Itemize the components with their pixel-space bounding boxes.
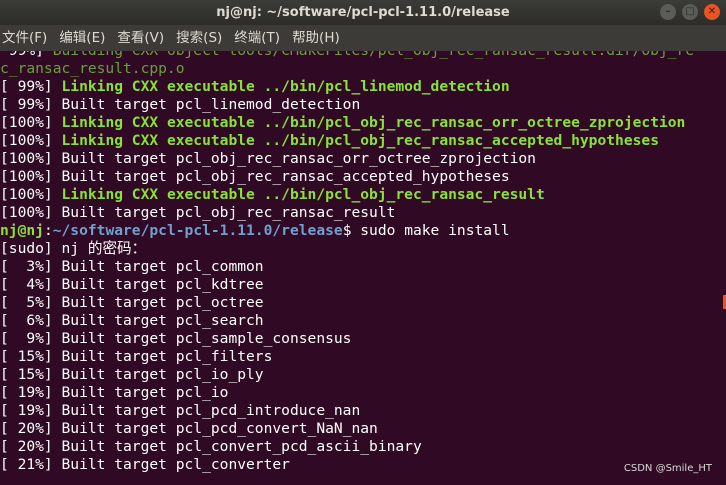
link-message: Linking CXX executable ../bin/pcl_obj_re… [61, 132, 659, 149]
progress-prefix: [ 5%] [0, 294, 62, 311]
terminal-line: c_ransac_result.cpp.o [0, 60, 720, 78]
window-controls: – □ ✕ [660, 4, 720, 20]
built-message: Built target pcl_obj_rec_ransac_result [61, 204, 396, 221]
progress-prefix: [ 4%] [0, 276, 62, 293]
progress-prefix: [ 99%] [0, 78, 62, 95]
menu-search[interactable]: 搜索(S) [170, 25, 228, 51]
progress-prefix: [ 6%] [0, 312, 62, 329]
built-message: Built target pcl_linemod_detection [61, 96, 361, 113]
built-message: Built target pcl_convert_pcd_ascii_binar… [61, 438, 422, 455]
progress-prefix: [ 19%] [0, 402, 62, 419]
progress-prefix: [100%] [0, 150, 62, 167]
link-message: Linking CXX executable ../bin/pcl_obj_re… [61, 114, 686, 131]
built-message: Built target pcl_io_ply [61, 366, 264, 383]
terminal-line: [100%] Linking CXX executable ../bin/pcl… [0, 132, 720, 150]
built-message: Built target pcl_obj_rec_ransac_accepted… [61, 168, 510, 185]
window-title: nj@nj: ~/software/pcl-pcl-1.11.0/release [216, 5, 510, 20]
terminal-line: [ 20%] Built target pcl_pcd_convert_NaN_… [0, 420, 720, 438]
progress-prefix: 99%] [0, 51, 53, 59]
built-message: Built target pcl_pcd_convert_NaN_nan [61, 420, 378, 437]
terminal-line: [ 19%] Built target pcl_io [0, 384, 720, 402]
build-message: Building CXX object tools/CMakeFiles/pcl… [53, 51, 694, 59]
built-message: Built target pcl_search [61, 312, 264, 329]
command-text: sudo make install [360, 222, 510, 239]
progress-prefix: [100%] [0, 114, 62, 131]
menu-file[interactable]: 文件(F) [0, 25, 53, 51]
build-message-continuation: c_ransac_result.cpp.o [0, 60, 185, 77]
menu-edit[interactable]: 编辑(E) [53, 25, 111, 51]
progress-prefix: [100%] [0, 204, 62, 221]
terminal-output[interactable]: 99%] Building CXX object tools/CMakeFile… [0, 51, 720, 485]
terminal-line: [ 15%] Built target pcl_io_ply [0, 366, 720, 384]
progress-prefix: [100%] [0, 186, 62, 203]
built-message: Built target pcl_converter [61, 456, 290, 473]
terminal-line: [ 3%] Built target pcl_common [0, 258, 720, 276]
built-message: Built target pcl_common [61, 258, 264, 275]
terminal-line: [100%] Built target pcl_obj_rec_ransac_r… [0, 204, 720, 222]
sudo-prompt-text: [sudo] nj 的密码： [0, 240, 147, 257]
terminal-line: [ 99%] Built target pcl_linemod_detectio… [0, 96, 720, 114]
built-message: Built target pcl_obj_rec_ransac_orr_octr… [61, 150, 536, 167]
progress-prefix: [ 3%] [0, 258, 62, 275]
prompt-colon: : [43, 222, 53, 239]
shell-prompt-line: nj@nj:~/software/pcl-pcl-1.11.0/release$… [0, 222, 720, 240]
sudo-password-prompt: [sudo] nj 的密码： [0, 240, 720, 258]
menu-terminal[interactable]: 终端(T) [228, 25, 286, 51]
progress-prefix: [ 15%] [0, 366, 62, 383]
link-message: Linking CXX executable ../bin/pcl_linemo… [61, 78, 510, 95]
menu-help[interactable]: 帮助(H) [286, 25, 346, 51]
maximize-icon[interactable]: □ [682, 4, 698, 20]
watermark: CSDN @Smile_HT [623, 463, 712, 474]
built-message: Built target pcl_octree [61, 294, 264, 311]
progress-prefix: [ 19%] [0, 384, 62, 401]
prompt-path: ~/software/pcl-pcl-1.11.0/release [52, 222, 343, 239]
prompt-dollar: $ [342, 222, 361, 239]
terminal-line: [ 21%] Built target pcl_converter [0, 456, 720, 474]
built-message: Built target pcl_sample_consensus [61, 330, 352, 347]
title-bar: nj@nj: ~/software/pcl-pcl-1.11.0/release… [0, 0, 726, 25]
terminal-line: [100%] Linking CXX executable ../bin/pcl… [0, 114, 720, 132]
progress-prefix: [ 20%] [0, 420, 62, 437]
terminal-line: [ 15%] Built target pcl_filters [0, 348, 720, 366]
terminal-line: [100%] Linking CXX executable ../bin/pcl… [0, 186, 720, 204]
terminal-line: [ 6%] Built target pcl_search [0, 312, 720, 330]
link-message: Linking CXX executable ../bin/pcl_obj_re… [61, 186, 545, 203]
progress-prefix: [100%] [0, 132, 62, 149]
built-message: Built target pcl_filters [61, 348, 273, 365]
progress-prefix: [ 9%] [0, 330, 62, 347]
terminal-line: [ 20%] Built target pcl_convert_pcd_asci… [0, 438, 720, 456]
progress-prefix: [ 15%] [0, 348, 62, 365]
terminal-line: [ 19%] Built target pcl_pcd_introduce_na… [0, 402, 720, 420]
progress-prefix: [ 20%] [0, 438, 62, 455]
progress-prefix: [100%] [0, 168, 62, 185]
progress-prefix: [ 99%] [0, 96, 62, 113]
minimize-icon[interactable]: – [660, 4, 676, 20]
terminal-line: 99%] Building CXX object tools/CMakeFile… [0, 51, 720, 60]
prompt-user-host: nj@nj [0, 222, 44, 239]
built-message: Built target pcl_io [61, 384, 229, 401]
menu-view[interactable]: 查看(V) [111, 25, 170, 51]
built-message: Built target pcl_kdtree [61, 276, 264, 293]
terminal-line: [100%] Built target pcl_obj_rec_ransac_o… [0, 150, 720, 168]
terminal-line: [ 4%] Built target pcl_kdtree [0, 276, 720, 294]
terminal-line: [ 9%] Built target pcl_sample_consensus [0, 330, 720, 348]
built-message: Built target pcl_pcd_introduce_nan [61, 402, 361, 419]
terminal-line: [ 5%] Built target pcl_octree [0, 294, 720, 312]
terminal-line: [100%] Built target pcl_obj_rec_ransac_a… [0, 168, 720, 186]
progress-prefix: [ 21%] [0, 456, 62, 473]
close-icon[interactable]: ✕ [704, 4, 720, 20]
menu-bar: 文件(F) 编辑(E) 查看(V) 搜索(S) 终端(T) 帮助(H) [0, 25, 726, 51]
terminal-line: [ 99%] Linking CXX executable ../bin/pcl… [0, 78, 720, 96]
